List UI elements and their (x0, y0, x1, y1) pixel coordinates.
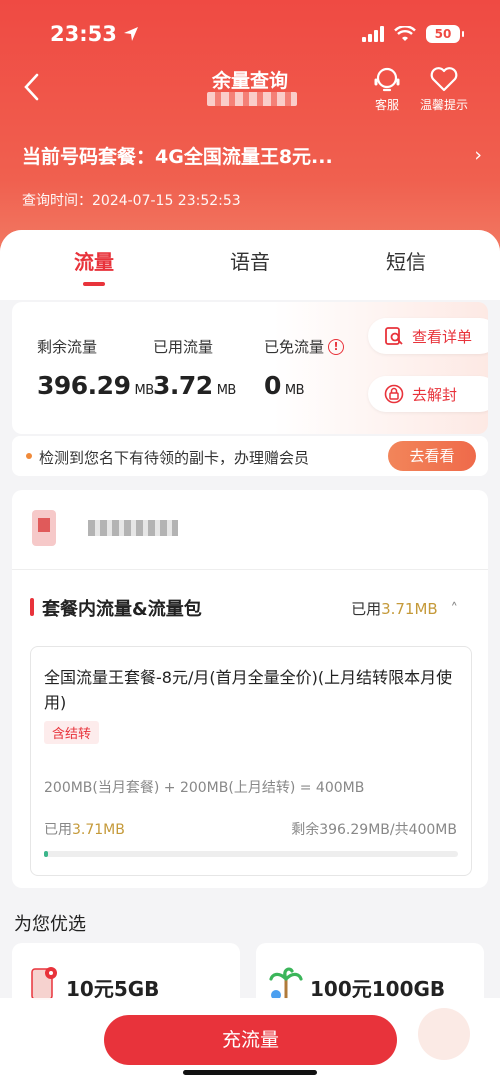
info-icon[interactable]: ! (328, 338, 345, 355)
query-time: 查询时间：2024-07-15 23:52:53 (22, 193, 241, 209)
customer-service-label: 客服 (374, 98, 399, 112)
remaining-label: 剩余流量 (37, 338, 98, 356)
tips-label: 温馨提示 (420, 98, 469, 112)
notice-bar: 检测到您名下有待领的副卡，办理赠会员 去看看 (12, 436, 488, 476)
progress-used-value: 3.71MB (72, 822, 125, 838)
free-value-row: 0 MB (264, 371, 344, 400)
package-card: 套餐内流量&流量包 已用3.71MB ˄ 全国流量王套餐-8元/月(首月全量全价… (12, 490, 488, 888)
package-name: 全国流量王套餐-8元/月(首月全量全价)(上月结转限本月使用) (44, 668, 453, 712)
unseal-button[interactable]: 去解封 (368, 376, 488, 412)
carryover-tag: 含结转 (44, 721, 100, 744)
tips-button[interactable]: 温馨提示 (420, 64, 468, 113)
location-arrow-icon (123, 27, 138, 41)
document-search-icon (385, 327, 403, 345)
tab-voice[interactable]: 语音 (190, 246, 310, 275)
view-details-button[interactable]: 查看详单 (368, 318, 488, 354)
used-value-row: 3.72 MB (153, 371, 236, 400)
chevron-up-icon: ˄ (450, 600, 459, 618)
free-data: 已免流量! 0 MB (264, 336, 345, 400)
signal-icon (362, 26, 384, 42)
home-indicator (183, 1070, 317, 1075)
progress-remaining: 剩余396.29MB/共400MB (291, 822, 457, 838)
battery-indicator: 50 (426, 25, 464, 43)
view-details-label: 查看详单 (412, 327, 473, 346)
progress-used-prefix: 已用 (44, 822, 72, 838)
tab-sms[interactable]: 短信 (346, 246, 466, 275)
package-formula: 200MB(当月套餐) + 200MB(上月结转) = 400MB (44, 780, 365, 796)
wifi-icon (394, 26, 416, 41)
tab-bar: 流量 语音 短信 (0, 230, 500, 300)
masked-phone-number (207, 92, 297, 106)
plan-name: 4G全国流量王8元... (155, 146, 333, 168)
bottom-bar: 充流量 (0, 998, 500, 1084)
phone-gift-icon (31, 967, 57, 1000)
package-used-prefix: 已用 (351, 600, 382, 618)
phone-number-row (12, 490, 488, 570)
palm-tree-icon (269, 967, 303, 1000)
remaining-value: 396.29 (37, 371, 131, 400)
status-bar: 23:53 50 (0, 22, 500, 56)
unseal-label: 去解封 (412, 385, 458, 404)
remaining-value-row: 396.29 MB (37, 371, 154, 400)
customer-service-button[interactable]: 客服 (372, 64, 402, 113)
free-unit: MB (284, 383, 305, 398)
lock-icon (384, 384, 404, 404)
usage-progress-fill (44, 851, 49, 857)
usage-summary-card: 剩余流量 396.29 MB 已用流量 3.72 MB 已免流量! 0 MB 查看详单 (12, 302, 488, 434)
package-item: 全国流量王套餐-8元/月(首月全量全价)(上月结转限本月使用) 含结转 200M… (30, 646, 472, 876)
heart-icon (430, 67, 458, 92)
used-label: 已用流量 (153, 338, 214, 356)
remaining-data: 剩余流量 396.29 MB (37, 336, 154, 400)
status-time-text: 23:53 (50, 22, 117, 46)
masked-phone-number-row (88, 520, 178, 536)
usage-progress-bar (44, 851, 458, 857)
free-value: 0 (264, 371, 281, 400)
floating-assistant-icon[interactable] (418, 1008, 470, 1060)
recharge-data-button[interactable]: 充流量 (104, 1015, 397, 1065)
package-section-header: 套餐内流量&流量包 已用3.71MB ˄ (12, 590, 488, 630)
current-plan-row[interactable]: 当前号码套餐：4G全国流量王8元... › (22, 142, 482, 169)
remaining-unit: MB (134, 383, 154, 398)
tab-data[interactable]: 流量 (34, 246, 154, 275)
headset-icon (374, 67, 400, 92)
content-sheet: 流量 语音 短信 剩余流量 396.29 MB 已用流量 3.72 MB 已免流量!… (0, 230, 500, 1084)
status-time: 23:53 (50, 22, 139, 46)
free-label: 已免流量 (264, 338, 325, 356)
tab-indicator (83, 282, 105, 286)
notice-dot (26, 453, 32, 459)
used-value: 3.72 (153, 371, 213, 400)
package-used-toggle[interactable]: 已用3.71MB ˄ (351, 598, 458, 619)
sim-card-icon (32, 510, 56, 546)
package-section-title: 套餐内流量&流量包 (42, 599, 202, 620)
used-data: 已用流量 3.72 MB (153, 336, 236, 400)
recommend-title: 为您优选 (14, 914, 86, 935)
status-icons: 50 (362, 25, 464, 43)
notice-text: 检测到您名下有待领的副卡，办理赠会员 (39, 449, 310, 467)
battery-level: 50 (434, 27, 452, 41)
notice-go-button[interactable]: 去看看 (388, 441, 476, 471)
progress-used: 已用3.71MB (44, 819, 125, 839)
used-unit: MB (216, 383, 237, 398)
plan-label: 当前号码套餐： (22, 146, 156, 168)
nav-bar: 余量查询 客服 温馨提示 (0, 62, 500, 112)
package-used-value: 3.71MB (381, 600, 438, 618)
section-accent-bar (30, 598, 34, 616)
chevron-right-icon: › (474, 144, 482, 166)
free-label-row: 已免流量! (264, 336, 345, 357)
